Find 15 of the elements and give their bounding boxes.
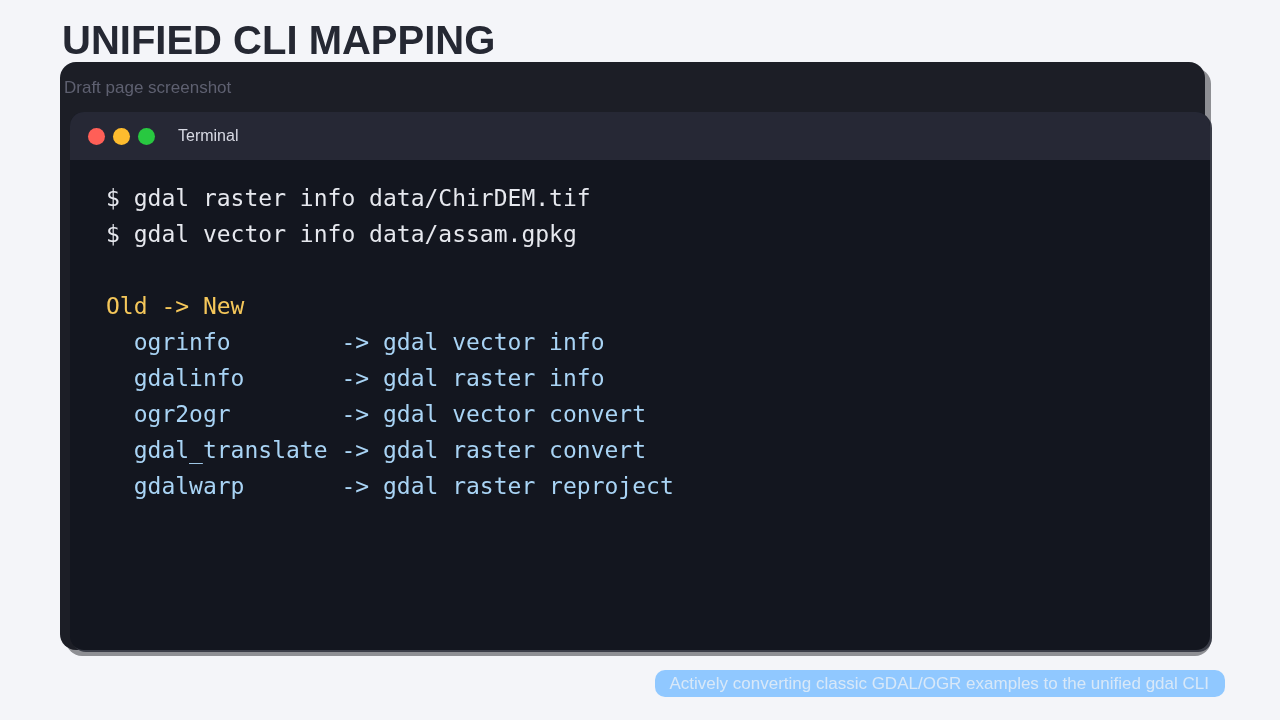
close-button[interactable] — [88, 127, 105, 145]
command-line: $ gdal vector info data/assam.gpkg — [106, 220, 577, 249]
status-banner: Actively converting classic GDAL/OGR examples to the unified gdal CLI — [655, 670, 1225, 697]
mapping-line: gdalwarp -> gdal raster reproject — [132, 472, 674, 501]
mapping-line: ogr2ogr -> gdal vector convert — [132, 400, 647, 429]
mapping-line: gdal_translate -> gdal raster convert — [132, 436, 647, 466]
command-line: $ gdal raster info data/ChirDEM.tif — [106, 184, 591, 213]
terminal-title: Terminal — [178, 127, 239, 145]
page-title: UNIFIED CLI MAPPING — [62, 18, 497, 62]
mapping-line: gdalinfo -> gdal raster info — [132, 364, 605, 393]
maximize-button[interactable] — [138, 127, 155, 145]
card-caption: Draft page screenshot — [64, 78, 233, 98]
mapping-header: Old -> New — [106, 292, 245, 321]
minimize-button[interactable] — [113, 127, 130, 145]
mapping-line: ogrinfo -> gdal vector info — [132, 328, 605, 357]
